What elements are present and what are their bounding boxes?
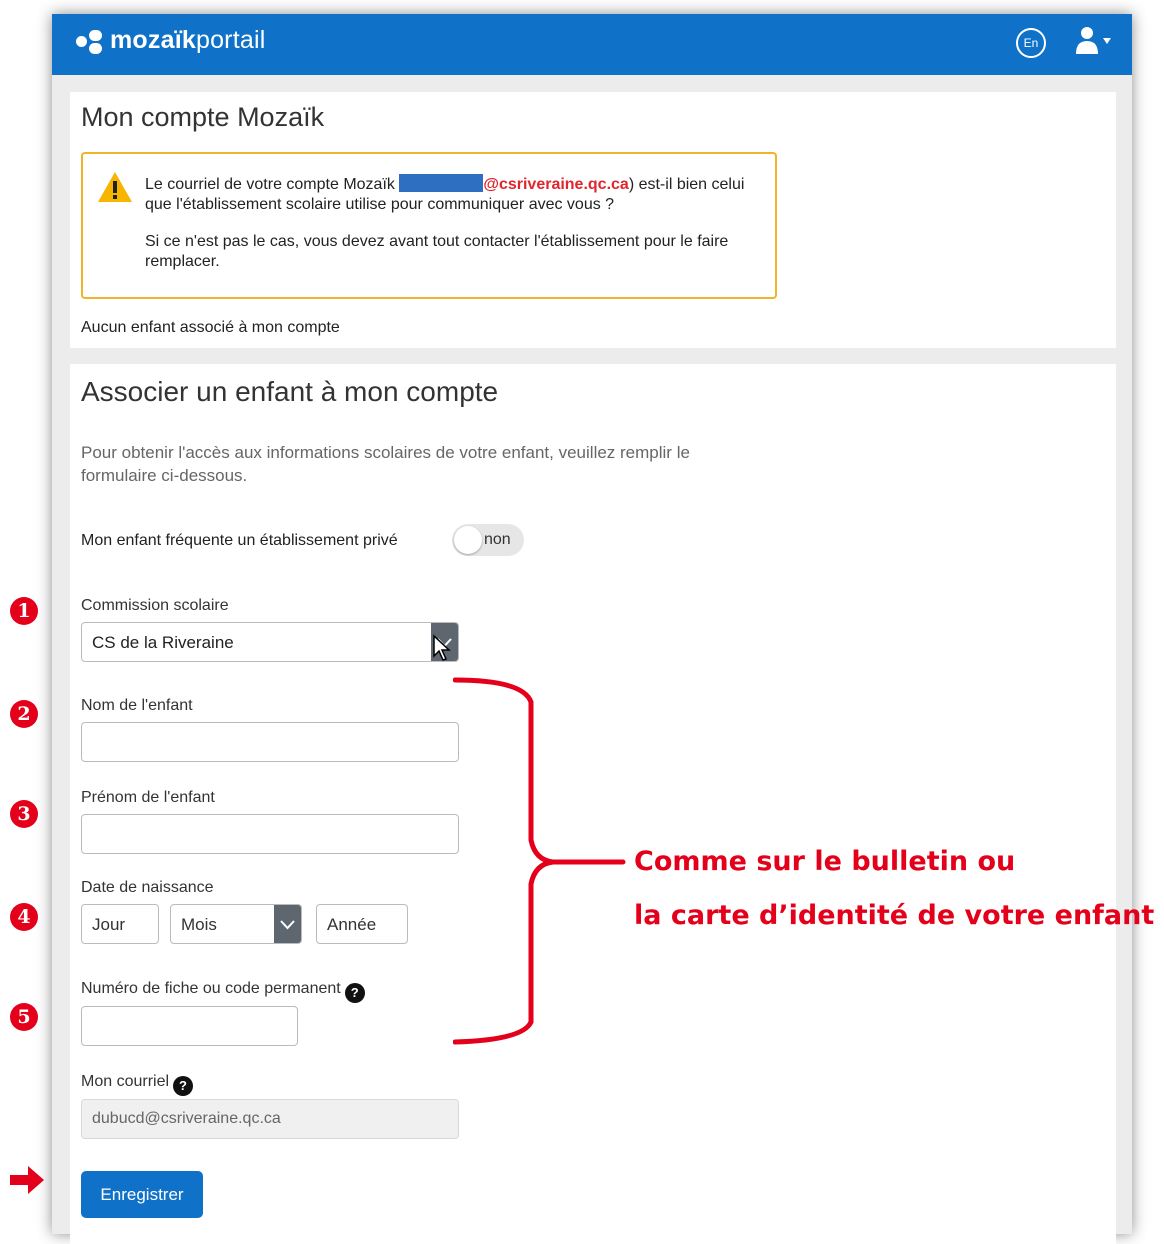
redacted-block [399,174,484,192]
mozaik-logo[interactable]: mozaïkportail [76,26,265,55]
last-name-label: Nom de l'enfant [81,697,193,714]
marker-5: 5 [10,1003,38,1031]
first-name-input[interactable] [81,814,459,854]
file-number-label: Numéro de fiche ou code permanent? [81,980,365,1003]
arrow-right-icon [10,1166,44,1194]
logo-light: portail [195,26,266,54]
marker-2: 2 [10,700,38,728]
user-menu-button[interactable] [1074,26,1114,60]
birth-year-input[interactable]: Année [316,904,408,944]
email-value: dubucd@csriveraine.qc.ca [92,1110,281,1127]
email-warning-box: Le courriel de votre compte Mozaïk @csri… [81,152,777,299]
browser-frame: mozaïkportail En Mon compte Mozaïk Le co… [52,14,1132,1244]
private-school-label: Mon enfant fréquente un établissement pr… [81,532,398,549]
help-icon[interactable]: ? [344,983,365,1003]
toggle-knob [454,526,482,554]
logo-text: mozaïkportail [110,26,265,55]
toggle-text: non [484,531,511,548]
private-school-toggle[interactable]: non [452,524,524,556]
email-field: dubucd@csriveraine.qc.ca [81,1099,459,1139]
last-name-input[interactable] [81,722,459,762]
commission-value: CS de la Riveraine [92,633,234,652]
warning-icon [98,172,132,202]
warning-domain: @csriveraine.qc.ca [483,176,629,193]
user-icon [1076,27,1111,54]
curly-bracket-annotation [453,677,626,1045]
email-label: Mon courriel? [81,1073,194,1096]
help-icon[interactable]: ? [173,1076,194,1096]
email-label-text: Mon courriel [81,1073,170,1090]
birth-month-select[interactable]: Mois [170,904,302,944]
no-child-text: Aucun enfant associé à mon compte [81,319,340,336]
marker-3: 3 [10,800,38,828]
birth-day-placeholder: Jour [92,915,126,934]
first-name-label: Prénom de l'enfant [81,789,215,806]
page-title: Mon compte Mozaïk [81,102,325,132]
language-toggle-button[interactable]: En [1016,28,1046,58]
annotation-note-line-2: la carte d’identité de votre enfant [634,900,1155,931]
file-number-input[interactable] [81,1006,298,1046]
file-number-label-text: Numéro de fiche ou code permanent [81,980,341,997]
birth-day-input[interactable]: Jour [81,904,159,944]
commission-select[interactable]: CS de la Riveraine [81,622,459,662]
birth-date-label: Date de naissance [81,879,214,896]
birth-month-value: Mois [181,915,217,934]
form-title: Associer un enfant à mon compte [81,376,499,407]
warning-message: Le courriel de votre compte Mozaïk @csri… [145,174,765,215]
warning-text-start: Le courriel de votre compte Mozaïk [145,176,400,193]
marker-1: 1 [10,597,38,625]
mouse-cursor-icon [433,634,451,661]
account-panel: Mon compte Mozaïk Le courriel de votre c… [70,92,1116,348]
marker-4: 4 [10,903,38,931]
form-intro: Pour obtenir l'accès aux informations sc… [81,443,690,485]
chevron-down-icon [280,920,295,930]
chevron-down-icon [1103,38,1111,44]
month-dropdown-arrow[interactable] [274,905,301,943]
birth-year-placeholder: Année [327,915,377,934]
top-navigation-bar: mozaïkportail En [52,14,1132,75]
commission-label: Commission scolaire [81,597,229,614]
logo-bold: mozaïk [110,26,196,54]
warning-message-2: Si ce n'est pas le cas, vous devez avant… [145,233,729,270]
annotation-note-line-1: Comme sur le bulletin ou [634,846,1016,877]
save-button[interactable]: Enregistrer [81,1171,203,1218]
mozaik-logo-icon [76,28,102,54]
